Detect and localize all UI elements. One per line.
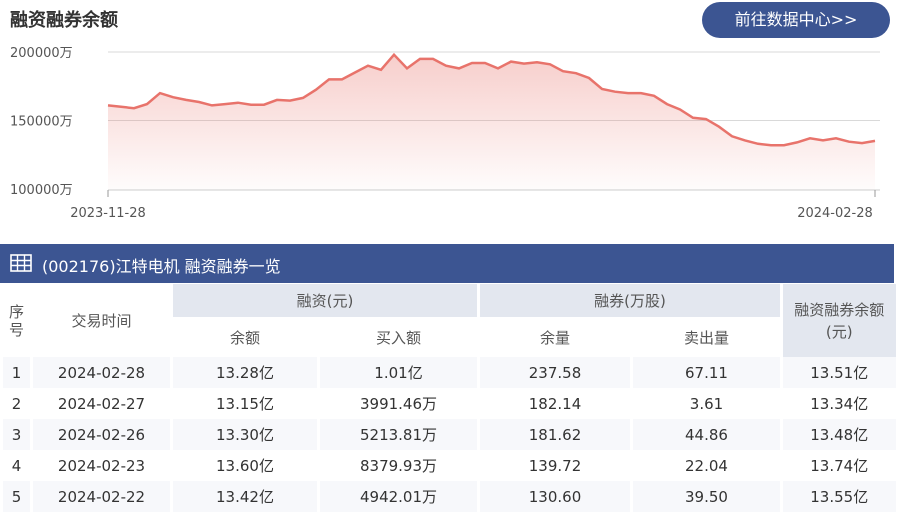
cell-date: 2024-02-23 (30, 450, 172, 481)
cell-total: 13.34亿 (780, 388, 896, 419)
cell-date: 2024-02-27 (30, 388, 172, 419)
cell-margin-buy: 4942.01万 (317, 481, 479, 512)
cell-short-sell: 3.61 (630, 388, 782, 419)
table-row: 4 2024-02-23 13.60亿 8379.93万 139.72 22.0… (0, 450, 896, 481)
cell-short-balance: 182.14 (477, 388, 632, 419)
cell-short-balance: 237.58 (477, 357, 632, 388)
cell-margin-buy: 1.01亿 (317, 357, 479, 388)
cell-total: 13.74亿 (780, 450, 896, 481)
col-index-header: 序号 (0, 284, 32, 357)
sub-margin-buy-header: 买入额 (317, 317, 479, 357)
cell-margin-balance: 13.15亿 (170, 388, 319, 419)
y-tick-label: 150000万 (10, 115, 73, 130)
cell-short-balance: 181.62 (477, 419, 632, 450)
y-tick-label: 100000万 (10, 183, 73, 198)
table-header-bar: (002176)江特电机 融资融券一览 (0, 244, 894, 283)
cell-total: 13.51亿 (780, 357, 896, 388)
cell-date: 2024-02-22 (30, 481, 172, 512)
cell-short-sell: 44.86 (630, 419, 782, 450)
group-short-header: 融券(万股) (477, 284, 782, 317)
cell-short-sell: 22.04 (630, 450, 782, 481)
cell-margin-balance: 13.30亿 (170, 419, 319, 450)
cell-margin-buy: 3991.46万 (317, 388, 479, 419)
x-label-start: 2023-11-28 (70, 206, 146, 221)
table-title: (002176)江特电机 融资融券一览 (42, 257, 281, 276)
table-row: 5 2024-02-22 13.42亿 4942.01万 130.60 39.5… (0, 481, 896, 512)
datacenter-button[interactable]: 前往数据中心>> (702, 2, 890, 38)
cell-margin-buy: 8379.93万 (317, 450, 479, 481)
balance-area (108, 54, 875, 191)
cell-short-balance: 139.72 (477, 450, 632, 481)
cell-date: 2024-02-28 (30, 357, 172, 388)
table-row: 3 2024-02-26 13.30亿 5213.81万 181.62 44.8… (0, 419, 896, 450)
col-total-header: 融资融券余额(元) (780, 284, 896, 357)
y-tick-label: 200000万 (10, 46, 73, 61)
cell-margin-balance: 13.28亿 (170, 357, 319, 388)
cell-margin-balance: 13.60亿 (170, 450, 319, 481)
sub-short-balance-header: 余量 (477, 317, 632, 357)
sub-margin-balance-header: 余额 (170, 317, 319, 357)
margin-table: 序号 交易时间 融资(元) 融券(万股) 融资融券余额(元) 余额 买入额 余量… (0, 284, 896, 512)
table-grid-icon (10, 254, 32, 272)
cell-index: 1 (0, 357, 32, 388)
group-margin-header: 融资(元) (170, 284, 479, 317)
cell-index: 4 (0, 450, 32, 481)
cell-index: 2 (0, 388, 32, 419)
col-date-header: 交易时间 (30, 284, 172, 357)
cell-total: 13.48亿 (780, 419, 896, 450)
table-row: 1 2024-02-28 13.28亿 1.01亿 237.58 67.11 1… (0, 357, 896, 388)
cell-date: 2024-02-26 (30, 419, 172, 450)
sub-short-sell-header: 卖出量 (630, 317, 782, 357)
page-title: 融资融券余额 (10, 10, 118, 31)
cell-short-sell: 67.11 (630, 357, 782, 388)
cell-margin-balance: 13.42亿 (170, 481, 319, 512)
cell-total: 13.55亿 (780, 481, 896, 512)
table-row: 2 2024-02-27 13.15亿 3991.46万 182.14 3.61… (0, 388, 896, 419)
cell-index: 5 (0, 481, 32, 512)
cell-margin-buy: 5213.81万 (317, 419, 479, 450)
cell-short-sell: 39.50 (630, 481, 782, 512)
cell-short-balance: 130.60 (477, 481, 632, 512)
x-label-end: 2024-02-28 (797, 206, 873, 221)
cell-index: 3 (0, 419, 32, 450)
